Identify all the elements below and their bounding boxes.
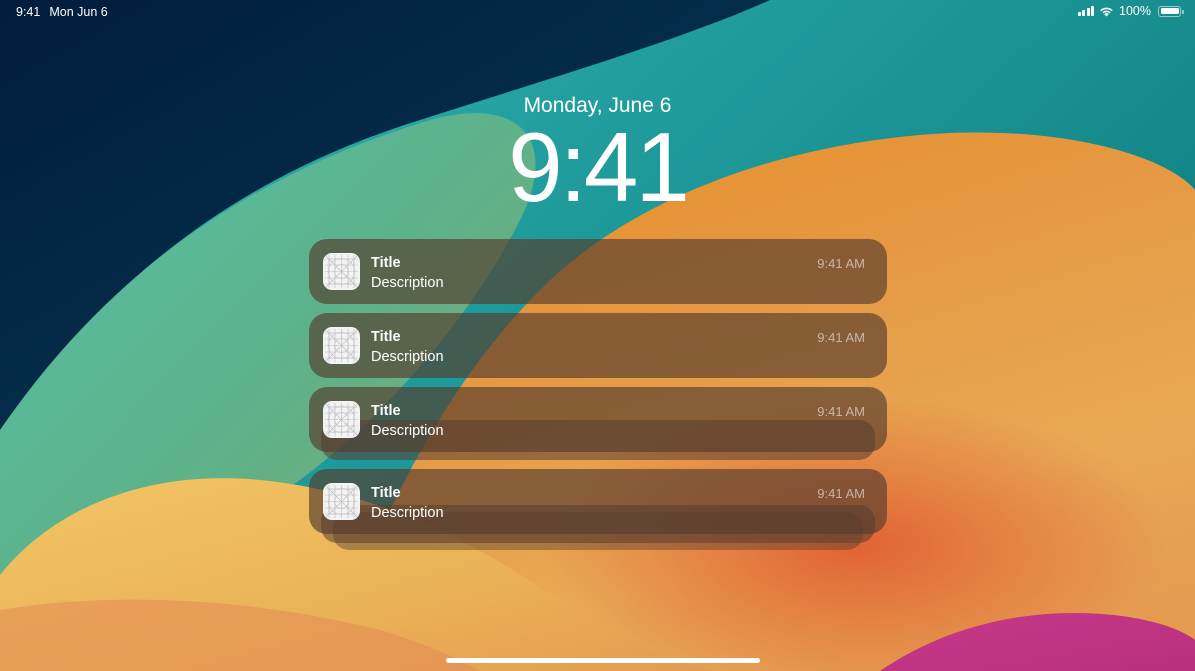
status-time: 9:41 bbox=[16, 5, 41, 19]
battery-level bbox=[1160, 8, 1179, 14]
notification-time: 9:41 AM bbox=[817, 486, 865, 501]
lock-screen-clock: 9:41 bbox=[508, 112, 690, 222]
battery-icon bbox=[1158, 5, 1184, 17]
notification-card[interactable]: Title Description 9:41 AM bbox=[309, 239, 887, 304]
app-icon-placeholder bbox=[323, 483, 360, 520]
notification-description: Description bbox=[371, 275, 444, 291]
app-icon-placeholder bbox=[323, 327, 360, 364]
notification-title: Title bbox=[371, 329, 401, 345]
wifi-icon bbox=[1100, 7, 1113, 16]
notification-card[interactable]: Title Description 9:41 AM bbox=[309, 313, 887, 378]
app-icon-placeholder bbox=[323, 401, 360, 438]
notification-description: Description bbox=[371, 423, 444, 439]
notification-title: Title bbox=[371, 403, 401, 419]
notification-title: Title bbox=[371, 485, 401, 501]
app-icon-placeholder bbox=[323, 253, 360, 290]
status-bar-left: 9:41 Mon Jun 6 bbox=[16, 5, 108, 19]
notification-time: 9:41 AM bbox=[817, 330, 865, 345]
app-icon-grid-glyph bbox=[324, 254, 359, 289]
notification-title: Title bbox=[371, 255, 401, 271]
home-indicator[interactable] bbox=[446, 658, 760, 663]
app-icon-grid-glyph bbox=[324, 328, 359, 363]
status-bar-right: 100% bbox=[1077, 4, 1184, 18]
status-date: Mon Jun 6 bbox=[49, 5, 108, 19]
notification-description: Description bbox=[371, 349, 444, 365]
notification-time: 9:41 AM bbox=[817, 256, 865, 271]
app-icon-grid-glyph bbox=[324, 402, 359, 437]
app-icon-grid-glyph bbox=[324, 484, 359, 519]
notification-description: Description bbox=[371, 505, 444, 521]
notification-card[interactable]: Title Description 9:41 AM bbox=[309, 469, 887, 534]
notification-time: 9:41 AM bbox=[817, 404, 865, 419]
notification-card[interactable]: Title Description 9:41 AM bbox=[309, 387, 887, 452]
lock-screen: 9:41 Mon Jun 6 100% Monday, June 6 9:41 … bbox=[0, 0, 1195, 671]
cellular-signal-icon bbox=[1077, 6, 1095, 16]
battery-percentage: 100% bbox=[1119, 4, 1151, 18]
